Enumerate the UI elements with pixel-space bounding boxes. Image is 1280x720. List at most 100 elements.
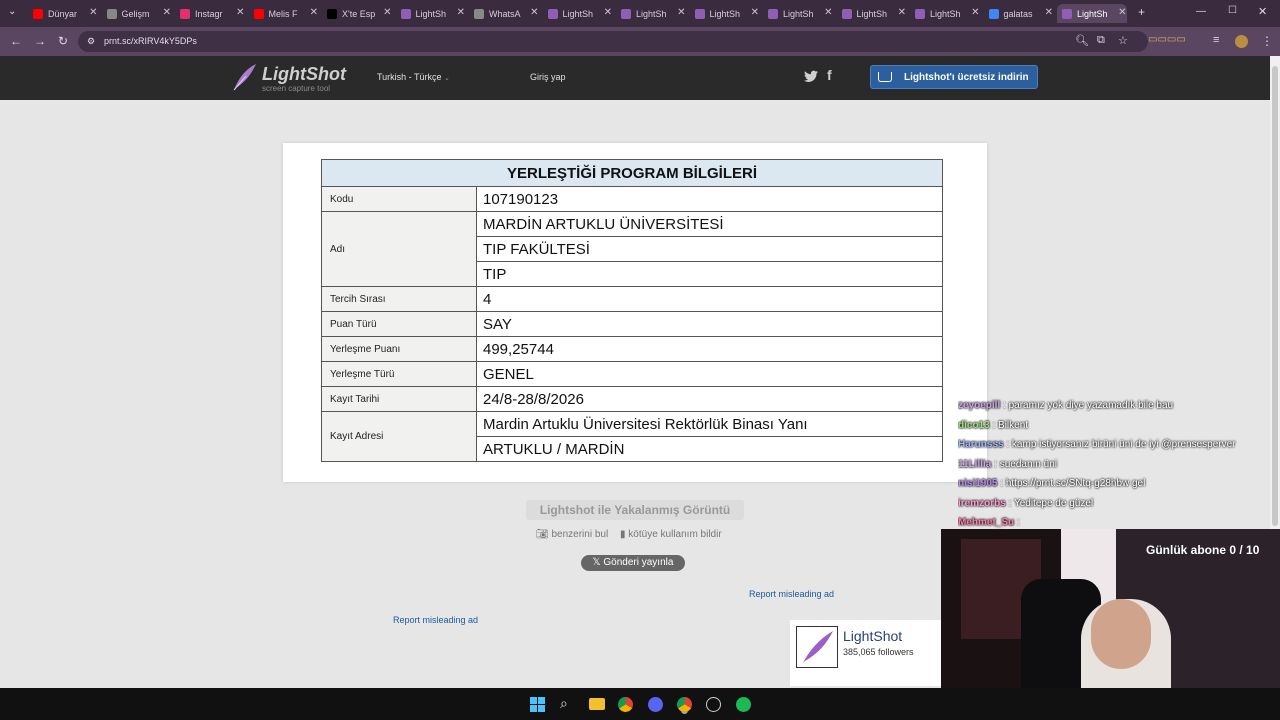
report-ad-link[interactable]: Report misleading ad <box>393 615 478 625</box>
x-icon: 𝕏 <box>592 557 604 568</box>
discord-icon[interactable] <box>648 697 663 712</box>
tab-close-icon[interactable]: ✕ <box>530 7 538 18</box>
browser-tab[interactable]: Melis F ✕ <box>249 4 318 23</box>
report-ad-link[interactable]: Report misleading ad <box>749 589 834 599</box>
browser-tab[interactable]: Gelişm ✕ <box>102 4 171 23</box>
lightshot-ad-card[interactable]: LightShot 385,065 followers <box>790 620 941 686</box>
browser-tab[interactable]: LightSh ✕ <box>837 4 906 23</box>
table-value: TIP <box>476 261 943 287</box>
table-value: TIP FAKÜLTESİ <box>476 236 943 262</box>
lightshot-icon <box>768 8 778 19</box>
zoom-icon[interactable]: 🔍︎ <box>1075 34 1089 47</box>
browser-tab[interactable]: LightSh ✕ <box>543 4 612 23</box>
table-value: SAY <box>476 311 943 337</box>
language-selector[interactable]: Turkish - Türkçe ⌄ <box>377 72 450 82</box>
chat-message: Harunsss : kamp istiyorsanız birüni üni … <box>958 435 1278 455</box>
search-icon[interactable]: ⌕ <box>560 695 568 712</box>
facebook-icon[interactable]: f <box>827 67 832 83</box>
install-icon[interactable]: ⧉ <box>1097 34 1105 47</box>
tab-label: LightSh <box>930 8 961 19</box>
browser-tab[interactable]: LightSh ✕ <box>396 4 465 23</box>
tab-label: LightSh <box>1077 8 1108 19</box>
tab-close-icon[interactable]: ✕ <box>163 7 171 18</box>
forward-icon[interactable]: → <box>34 34 46 48</box>
chat-separator: : <box>1014 517 1020 528</box>
browser-tab[interactable]: WhatsA ✕ <box>469 4 539 23</box>
find-similar-link[interactable]: 📷︎ benzerini bul <box>536 529 608 540</box>
tab-close-icon[interactable]: ✕ <box>236 7 244 18</box>
tab-close-icon[interactable]: ✕ <box>383 7 391 18</box>
site-info-icon[interactable]: ⚙ <box>87 31 95 52</box>
spotify-icon[interactable] <box>736 697 751 712</box>
profile-avatar[interactable] <box>1235 35 1248 48</box>
menu-icon[interactable]: ⋮ <box>1261 34 1273 48</box>
browser-tab[interactable]: LightSh ✕ <box>616 4 686 23</box>
tab-close-icon[interactable]: ✕ <box>1045 7 1053 18</box>
clock-icon[interactable] <box>706 697 721 712</box>
image-caption: Lightshot ile Yakalanmış Görüntü <box>526 500 744 520</box>
browser-tab[interactable]: X'te Esp ✕ <box>322 4 392 23</box>
lightshot-logo-title[interactable]: LightShot <box>262 64 346 85</box>
bookmark-star-icon[interactable]: ☆ <box>1118 34 1128 47</box>
chat-separator: : <box>1000 400 1009 411</box>
youtube-icon <box>253 8 264 19</box>
tab-close-icon[interactable]: ✕ <box>310 7 318 18</box>
address-bar[interactable]: ⚙ prnt.sc/xRIRV4kY5DPs <box>78 31 1148 52</box>
chat-username: iremzorbs <box>958 497 1006 509</box>
instagram-icon <box>180 8 190 19</box>
window-close-icon[interactable]: ✕ <box>1258 5 1267 18</box>
feather-icon <box>803 631 833 663</box>
browser-tab[interactable]: LightSh ✕ <box>690 4 759 23</box>
tab-close-icon[interactable]: ✕ <box>457 7 465 18</box>
tab-label: galatas <box>1003 8 1033 19</box>
browser-nav-bar: ← → ↻ ⚙ prnt.sc/xRIRV4kY5DPs 🔍︎ ⧉ ☆ ▭▭▭▭… <box>0 27 1280 56</box>
table-label: Puan Türü <box>321 311 477 337</box>
tab-close-icon[interactable]: ✕ <box>824 7 832 18</box>
browser-tab[interactable]: Instagr ✕ <box>175 4 245 23</box>
extension-icon[interactable]: ▭▭▭▭ <box>1148 34 1208 45</box>
browser-tab[interactable]: galatas ✕ <box>984 4 1053 23</box>
file-explorer-icon[interactable] <box>589 698 605 710</box>
lightshot-icon <box>621 8 631 19</box>
tab-close-icon[interactable]: ✕ <box>751 7 759 18</box>
download-icon <box>878 72 892 82</box>
chat-username: zeyoepill <box>958 400 1001 411</box>
tab-close-icon[interactable]: ✕ <box>1118 7 1126 18</box>
report-abuse-link[interactable]: ▮ kötüye kullanım bildir <box>620 529 722 540</box>
chat-message: nisi1905 : https://prnt.sc/SNtq-g28hbw g… <box>958 474 1278 494</box>
x-icon <box>327 8 337 19</box>
browser-tab[interactable]: LightSh ✕ <box>910 4 980 23</box>
windows-icon[interactable] <box>530 697 545 712</box>
browser-tab[interactable]: LightSh ✕ <box>763 4 833 23</box>
tab-close-icon[interactable]: ✕ <box>89 7 97 18</box>
google-icon <box>988 8 999 19</box>
lightshot-feather-icon <box>233 64 256 91</box>
download-button[interactable]: Lightshot'ı ücretsiz indirin <box>870 65 1038 89</box>
tweet-button[interactable]: 𝕏 Gönderi yayınla <box>581 555 685 571</box>
tab-search-icon[interactable]: ⌄ <box>8 6 16 17</box>
chrome-icon[interactable] <box>618 697 633 712</box>
tab-close-icon[interactable]: ✕ <box>604 7 612 18</box>
browser-tab[interactable]: LightSh ✕ <box>1057 4 1127 23</box>
tweet-label: Gönderi yayınla <box>603 557 674 568</box>
chat-separator: : <box>1005 497 1014 509</box>
table-value: MARDİN ARTUKLU ÜNİVERSİTESİ <box>476 211 943 237</box>
login-link[interactable]: Giriş yap <box>530 72 566 82</box>
reading-list-icon[interactable]: ≡ <box>1213 34 1219 46</box>
reload-icon[interactable]: ↻ <box>58 34 68 48</box>
browser-tab[interactable]: Dünyar ✕ <box>28 4 98 23</box>
maximize-icon[interactable]: ☐ <box>1228 5 1237 16</box>
tab-close-icon[interactable]: ✕ <box>677 7 685 18</box>
tab-close-icon[interactable]: ✕ <box>971 7 979 18</box>
lightshot-icon <box>841 8 852 19</box>
chrome-icon[interactable] <box>677 697 692 712</box>
chat-username: dico13 <box>958 419 990 431</box>
new-tab-icon[interactable]: + <box>1138 5 1145 19</box>
twitter-icon[interactable] <box>804 70 818 82</box>
back-icon[interactable]: ← <box>10 34 22 48</box>
table-label: Kodu <box>321 186 477 212</box>
tab-close-icon[interactable]: ✕ <box>898 7 906 18</box>
chat-text: https://prnt.sc/SNtq-g28hbw gel <box>1005 478 1146 489</box>
table-value: Mardin Artuklu Üniversitesi Rektörlük Bi… <box>476 411 943 437</box>
minimize-icon[interactable]: — <box>1196 6 1206 17</box>
